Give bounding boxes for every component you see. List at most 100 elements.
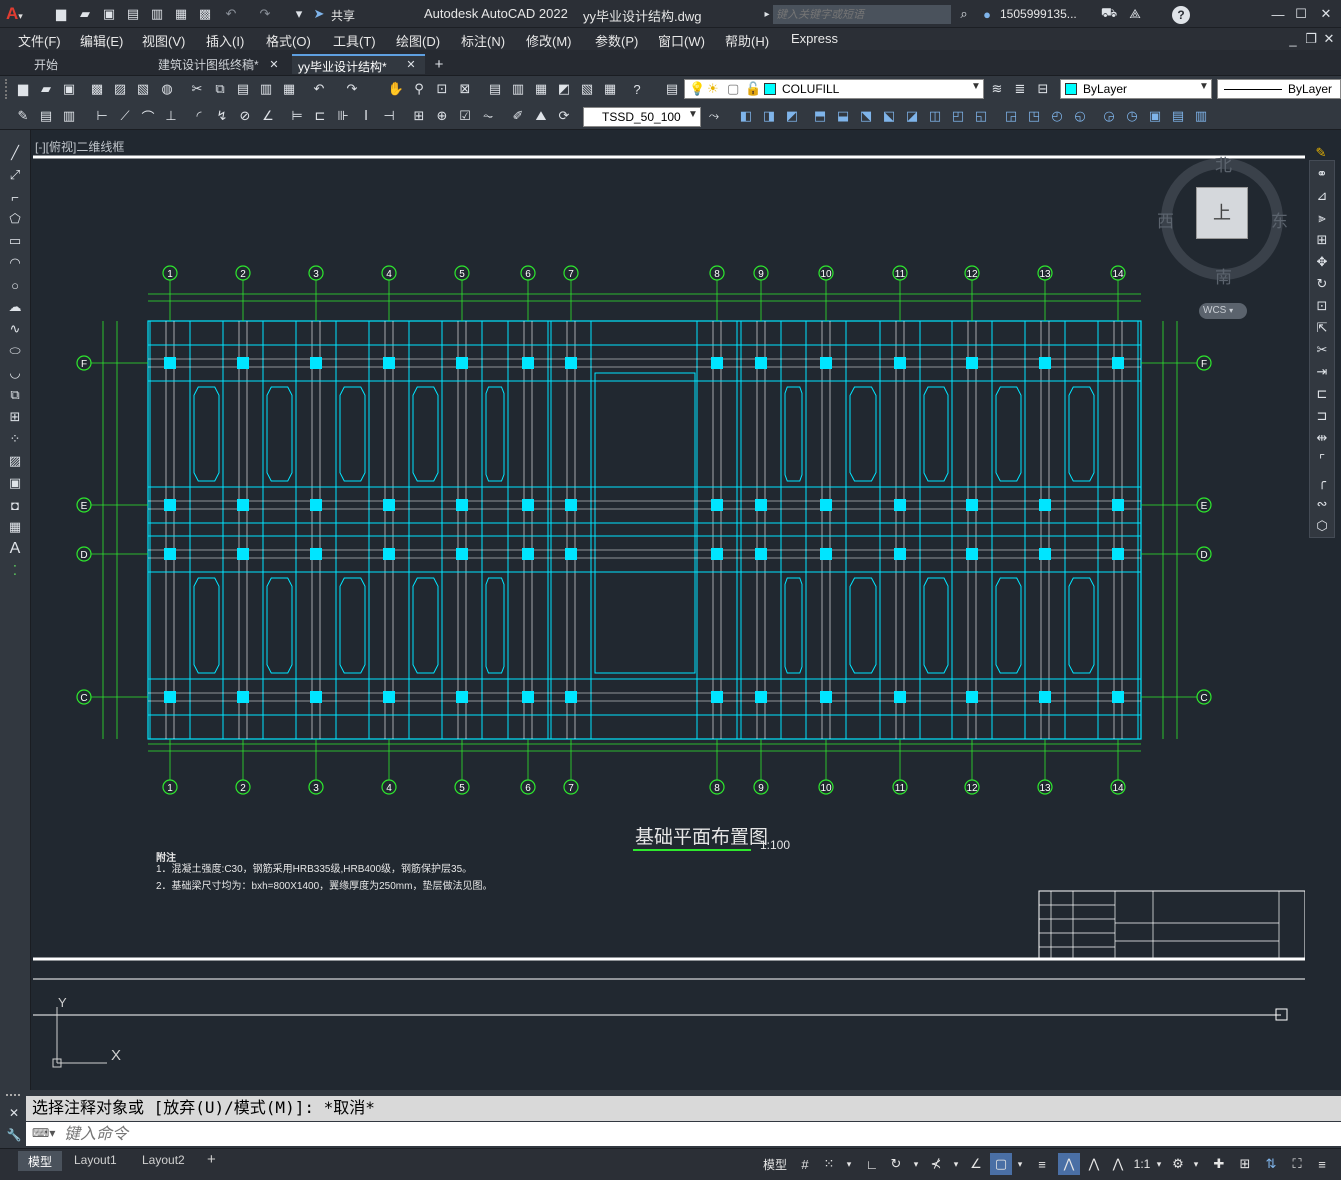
offset-faces-icon[interactable]: ⬔ xyxy=(857,107,875,125)
copy-icon[interactable]: ⧉ xyxy=(211,80,229,98)
polyline-icon[interactable]: ⌐ xyxy=(6,188,24,206)
polygon-icon[interactable]: ⬠ xyxy=(6,210,24,228)
autodesk-app-icon[interactable]: ⟁ xyxy=(1126,5,1144,23)
solid-edit-icon[interactable]: ◷ xyxy=(1123,107,1141,125)
save-icon[interactable]: ▣ xyxy=(100,5,118,23)
command-prompt-icon[interactable]: ⌨▾ xyxy=(32,1126,55,1140)
print-icon[interactable]: ▩ xyxy=(88,80,106,98)
menu-file[interactable]: 文件(F) xyxy=(18,31,61,50)
subtract-icon[interactable]: ◨ xyxy=(760,107,778,125)
cart-icon[interactable]: ⛟ xyxy=(1100,5,1118,23)
linear-dim-icon[interactable]: ⊢ xyxy=(93,107,111,125)
calculator-icon[interactable]: ▦ xyxy=(601,80,619,98)
plot-preview-icon[interactable]: ▨ xyxy=(111,80,129,98)
ellipse-icon[interactable]: ⬭ xyxy=(6,342,24,360)
add-layout-button[interactable]: + xyxy=(207,1151,216,1168)
arc-length-icon[interactable]: ⌒ xyxy=(139,107,157,125)
model-space-button[interactable]: 模型 xyxy=(760,1153,790,1175)
open-icon[interactable]: ▰ xyxy=(37,80,55,98)
properties-icon[interactable]: ▤ xyxy=(486,80,504,98)
extrude-icon[interactable]: ⬒ xyxy=(811,107,829,125)
table-icon[interactable]: ▦ xyxy=(6,518,24,536)
array-icon[interactable]: ⊞ xyxy=(1313,231,1331,249)
gradient-icon[interactable]: ▣ xyxy=(6,474,24,492)
imprint-icon[interactable]: ◲ xyxy=(1002,107,1020,125)
interfere-icon[interactable]: ▥ xyxy=(1192,107,1210,125)
intersect-icon[interactable]: ◩ xyxy=(783,107,801,125)
continue-dim-icon[interactable]: ⊪ xyxy=(334,107,352,125)
tool-palettes-icon[interactable]: ▦ xyxy=(532,80,550,98)
menu-parametric[interactable]: 参数(P) xyxy=(595,31,638,50)
doc-minimize-icon[interactable]: _ xyxy=(1284,30,1302,48)
quick-dim-icon[interactable]: ⊨ xyxy=(288,107,306,125)
doc-restore-icon[interactable]: ❐ xyxy=(1302,30,1320,48)
extend-icon[interactable]: ⇥ xyxy=(1313,363,1331,381)
open-web-icon[interactable]: ▥ xyxy=(148,5,166,23)
ordinate-dim-icon[interactable]: ⊥ xyxy=(162,107,180,125)
union-icon[interactable]: ◧ xyxy=(737,107,755,125)
join-icon[interactable]: ⇹ xyxy=(1313,429,1331,447)
menu-tools[interactable]: 工具(T) xyxy=(333,31,376,50)
make-block-icon[interactable]: ⊞ xyxy=(6,408,24,426)
doc-close-icon[interactable]: ✕ xyxy=(1320,30,1338,48)
zoom-window-icon[interactable]: ⊡ xyxy=(433,80,451,98)
user-name[interactable]: 1505999135... xyxy=(1000,7,1077,21)
isodraft-dropdown-icon[interactable]: ▾ xyxy=(950,1153,962,1175)
table-style-icon[interactable]: ▤ xyxy=(37,107,55,125)
save-as-icon[interactable]: ▤ xyxy=(124,5,142,23)
delete-faces-icon[interactable]: ⬕ xyxy=(880,107,898,125)
match-properties-icon[interactable]: ▥ xyxy=(257,80,275,98)
menu-insert[interactable]: 插入(I) xyxy=(206,31,244,50)
tab-file-architecture[interactable]: 建筑设计图纸终稿* xyxy=(152,54,265,74)
share-icon[interactable]: ➤ xyxy=(310,5,328,23)
diameter-dim-icon[interactable]: ⊘ xyxy=(236,107,254,125)
maximize-icon[interactable]: ☐ xyxy=(1292,5,1310,23)
zoom-previous-icon[interactable]: ⊠ xyxy=(456,80,474,98)
save-web-icon[interactable]: ▦ xyxy=(172,5,190,23)
tab-model[interactable]: 模型 xyxy=(18,1151,63,1171)
slice-icon[interactable]: ▤ xyxy=(1169,107,1187,125)
spline-icon[interactable]: ∿ xyxy=(6,320,24,338)
viewcube-east[interactable]: 东 xyxy=(1271,207,1288,232)
chamfer-icon[interactable]: ⌜ xyxy=(1313,451,1331,469)
line-icon[interactable]: ╱ xyxy=(6,144,24,162)
polar-dropdown-icon[interactable]: ▾ xyxy=(910,1153,922,1175)
tolerance-icon[interactable]: ⊞ xyxy=(410,107,428,125)
paste-icon[interactable]: ▤ xyxy=(234,80,252,98)
layer-viewport-icon[interactable]: ▢ xyxy=(727,81,739,97)
plot-icon[interactable]: ▩ xyxy=(196,5,214,23)
object-snap-icon[interactable]: ▢ xyxy=(990,1153,1012,1175)
open-folder-icon[interactable]: ▰ xyxy=(76,5,94,23)
break-icon[interactable]: ⊐ xyxy=(1313,407,1331,425)
move-icon[interactable]: ✥ xyxy=(1313,253,1331,271)
explode-icon[interactable]: ⬡ xyxy=(1313,517,1331,535)
fullscreen-icon[interactable]: ⛶ xyxy=(1287,1153,1307,1175)
check-icon[interactable]: ◶ xyxy=(1100,107,1118,125)
customize-qat-icon[interactable]: ▾ xyxy=(290,5,308,23)
new-icon[interactable]: ▆ xyxy=(14,80,32,98)
block-editor-icon[interactable]: ▦ xyxy=(280,80,298,98)
wcs-menu[interactable]: WCS ▾ xyxy=(1199,303,1247,319)
stretch-icon[interactable]: ⇱ xyxy=(1313,319,1331,337)
polar-icon[interactable]: ↻ xyxy=(886,1153,906,1175)
autocad-logo-icon[interactable]: A▾ xyxy=(6,4,30,24)
snap-icon[interactable]: ⁙ xyxy=(819,1153,839,1175)
menu-dimension[interactable]: 标注(N) xyxy=(461,31,505,50)
shell-icon[interactable]: ◵ xyxy=(1071,107,1089,125)
osnap-dropdown-icon[interactable]: ▾ xyxy=(1014,1153,1026,1175)
tab-close-active-icon[interactable]: ✕ xyxy=(402,55,420,73)
cut-icon[interactable]: ✂ xyxy=(188,80,206,98)
markup-icon[interactable]: ▧ xyxy=(578,80,596,98)
center-mark-icon[interactable]: ⊕ xyxy=(433,107,451,125)
circle-icon[interactable]: ○ xyxy=(6,276,24,294)
menu-express[interactable]: Express xyxy=(791,31,838,46)
layer-on-icon[interactable]: 💡 xyxy=(689,81,705,97)
dim-text-edit-icon[interactable]: ⛰ xyxy=(532,107,550,125)
close-command-icon[interactable]: ✕ xyxy=(5,1104,23,1122)
viewcube-north[interactable]: 北 xyxy=(1215,151,1232,176)
color-faces-icon[interactable]: ◱ xyxy=(972,107,990,125)
viewcube-west[interactable]: 西 xyxy=(1157,207,1174,232)
layer-properties-icon[interactable]: ▤ xyxy=(663,80,681,98)
annotation-monitor-icon[interactable]: ✚ xyxy=(1209,1153,1229,1175)
taper-faces-icon[interactable]: ◫ xyxy=(926,107,944,125)
